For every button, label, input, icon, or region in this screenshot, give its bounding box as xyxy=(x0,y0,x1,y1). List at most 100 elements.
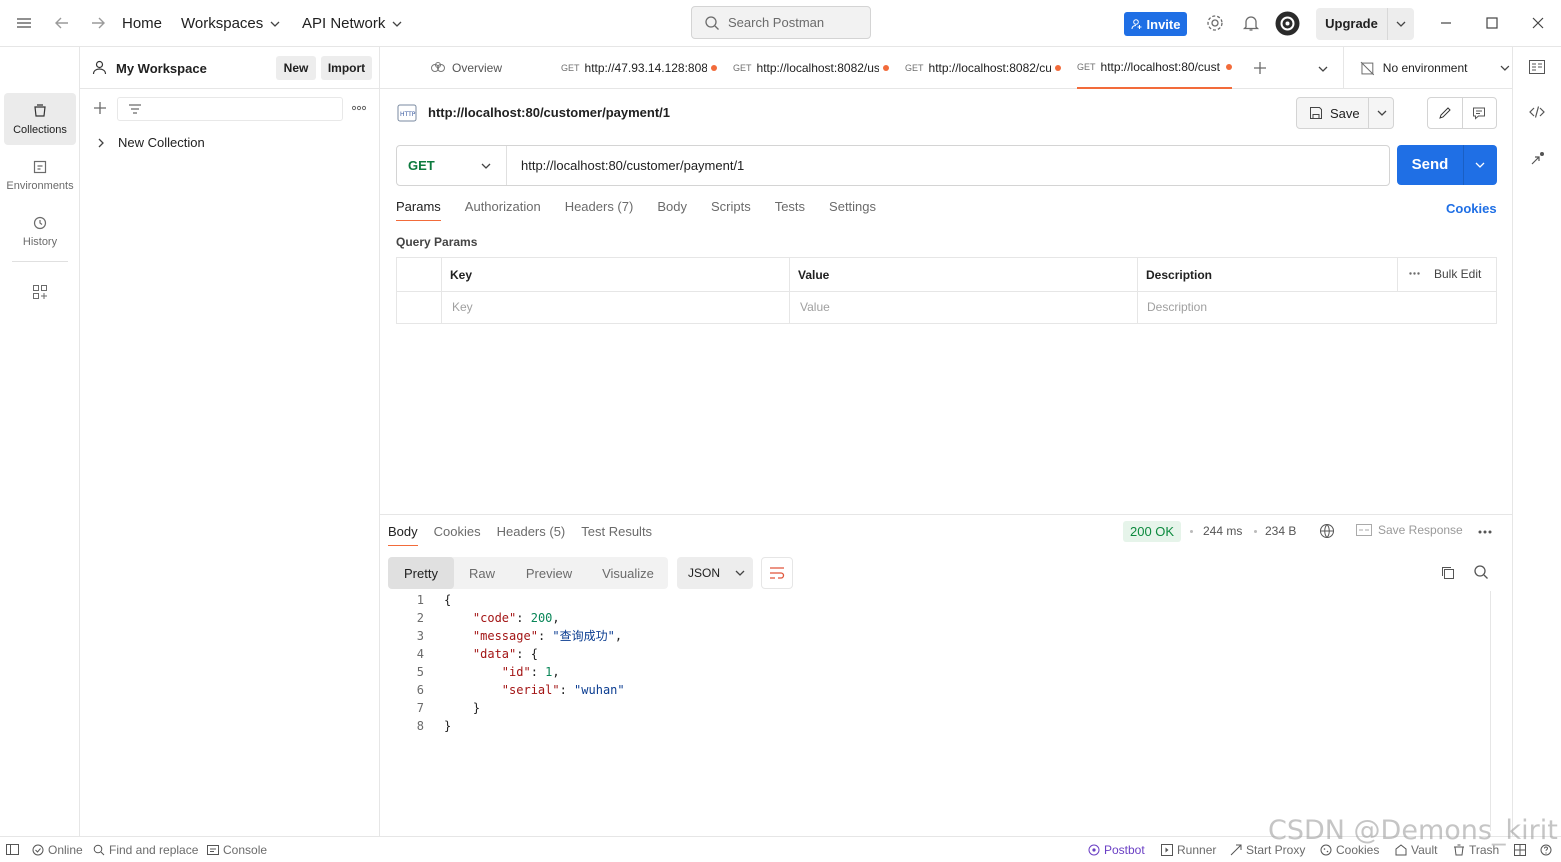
bulk-edit-button[interactable]: Bulk Edit xyxy=(1434,267,1481,281)
copy-icon[interactable] xyxy=(1440,565,1456,581)
tab-tests[interactable]: Tests xyxy=(775,199,805,221)
maximize-icon[interactable] xyxy=(1482,13,1502,33)
comment-icon[interactable] xyxy=(1463,98,1497,128)
avatar[interactable] xyxy=(1275,11,1300,36)
description-input[interactable]: Description xyxy=(1147,300,1207,314)
add-collection-icon[interactable] xyxy=(93,101,107,115)
request-tab[interactable]: GET http://localhost:8082/us xyxy=(733,47,891,89)
close-icon[interactable] xyxy=(1528,13,1548,33)
format-select[interactable]: JSON xyxy=(677,557,753,589)
more-options-icon[interactable] xyxy=(352,105,366,111)
scrollbar-track[interactable] xyxy=(1490,591,1491,831)
tab-test-results[interactable]: Test Results xyxy=(581,524,652,546)
globe-icon[interactable] xyxy=(1319,523,1335,539)
value-input[interactable]: Value xyxy=(800,300,830,314)
response-time[interactable]: 244 ms xyxy=(1203,524,1242,538)
save-disk-icon xyxy=(1310,107,1322,119)
tabs-overflow-chevron-icon[interactable] xyxy=(1317,63,1329,75)
related-icon[interactable] xyxy=(1529,151,1545,167)
invite-button[interactable]: Invite xyxy=(1124,12,1187,36)
forward-arrow-icon[interactable] xyxy=(88,13,108,33)
method-select[interactable]: GET xyxy=(397,146,507,185)
status-badge[interactable]: 200 OK xyxy=(1123,521,1182,542)
save-button[interactable]: Save xyxy=(1297,98,1369,128)
key-input[interactable]: Key xyxy=(452,300,473,314)
tab-body[interactable]: Body xyxy=(657,199,687,221)
toggle-sidebar-icon[interactable] xyxy=(6,837,19,862)
send-button[interactable]: Send xyxy=(1397,145,1464,185)
chevron-down-icon xyxy=(270,21,280,27)
request-tab[interactable]: GET http://localhost:8082/cu xyxy=(905,47,1063,89)
response-panel: Body Cookies Headers (5) Test Results 20… xyxy=(380,514,1512,836)
import-button[interactable]: Import xyxy=(321,56,372,80)
filter-icon xyxy=(128,103,142,115)
main-area: Overview GET http://47.93.14.128:8081 GE… xyxy=(380,47,1512,836)
settings-gear-icon[interactable] xyxy=(1205,13,1225,33)
find-replace-button[interactable]: Find and replace xyxy=(93,837,198,862)
save-options-chevron-icon[interactable] xyxy=(1376,107,1388,119)
console-button[interactable]: Console xyxy=(207,837,267,862)
response-body-code[interactable]: 1{ 2 "code": 200, 3 "message": "查询成功", 4… xyxy=(400,591,625,735)
nav-workspaces[interactable]: Workspaces xyxy=(181,0,281,47)
nav-api-network[interactable]: API Network xyxy=(302,0,403,47)
send-options-chevron-icon[interactable] xyxy=(1474,159,1486,171)
back-arrow-icon[interactable] xyxy=(52,13,72,33)
view-preview[interactable]: Preview xyxy=(510,557,588,589)
tab-response-headers[interactable]: Headers (5) xyxy=(497,524,566,546)
save-response-button[interactable]: Save Response xyxy=(1356,523,1463,537)
tab-settings[interactable]: Settings xyxy=(829,199,876,221)
minimize-icon[interactable] xyxy=(1436,13,1456,33)
tab-headers[interactable]: Headers (7) xyxy=(565,199,634,221)
sidebar-item-collections[interactable]: Collections xyxy=(4,93,76,145)
response-size[interactable]: 234 B xyxy=(1265,524,1296,538)
right-context-bar xyxy=(1512,47,1561,836)
more-options-icon[interactable] xyxy=(1409,271,1420,276)
request-tab-active[interactable]: GET http://localhost:80/cust xyxy=(1077,47,1232,89)
more-options-icon[interactable] xyxy=(1478,529,1492,535)
bell-icon[interactable] xyxy=(1241,13,1261,33)
environment-label: No environment xyxy=(1382,61,1468,75)
send-button-group: Send xyxy=(1397,145,1497,185)
chevron-down-icon[interactable] xyxy=(1395,18,1407,30)
search-placeholder: Search Postman xyxy=(728,15,825,30)
add-apps-icon[interactable] xyxy=(32,284,48,300)
workspace-panel: My Workspace New Import New Collection xyxy=(80,47,380,836)
runner-button[interactable]: Runner xyxy=(1161,837,1216,862)
tab-response-cookies[interactable]: Cookies xyxy=(434,524,481,546)
column-header-description: Description xyxy=(1146,268,1213,282)
tab-params[interactable]: Params xyxy=(396,199,441,221)
environment-selector[interactable]: No environment xyxy=(1343,47,1511,89)
sidebar-item-environments[interactable]: Environments xyxy=(4,149,76,201)
postbot-button[interactable]: Postbot xyxy=(1088,837,1145,862)
new-tab-plus-icon[interactable] xyxy=(1253,61,1267,75)
nav-api-network-label: API Network xyxy=(302,15,386,32)
tree-item-collection[interactable]: New Collection xyxy=(96,135,205,150)
search-input[interactable]: Search Postman xyxy=(691,6,871,39)
http-request-icon: HTTP xyxy=(396,103,418,123)
code-snippet-icon[interactable] xyxy=(1529,105,1545,119)
online-status[interactable]: Online xyxy=(32,837,83,862)
request-tab[interactable]: GET http://47.93.14.128:8081 xyxy=(561,47,719,89)
tab-scripts[interactable]: Scripts xyxy=(711,199,751,221)
sidebar-item-history[interactable]: History xyxy=(4,205,76,257)
response-tabs: Body Cookies Headers (5) Test Results xyxy=(388,524,652,546)
upgrade-button[interactable]: Upgrade xyxy=(1316,8,1414,40)
view-visualize[interactable]: Visualize xyxy=(588,557,668,589)
collection-filter-input[interactable] xyxy=(117,97,343,121)
search-icon[interactable] xyxy=(1473,564,1489,580)
documentation-icon[interactable] xyxy=(1529,60,1545,74)
url-input[interactable]: http://localhost:80/customer/payment/1 xyxy=(521,158,744,173)
tab-overview[interactable]: Overview xyxy=(430,47,550,89)
view-pretty[interactable]: Pretty xyxy=(388,557,454,589)
new-button[interactable]: New xyxy=(276,56,316,80)
edit-pencil-icon[interactable] xyxy=(1428,98,1463,128)
nav-home[interactable]: Home xyxy=(122,0,162,47)
tab-authorization[interactable]: Authorization xyxy=(465,199,541,221)
no-environment-icon xyxy=(1360,61,1375,75)
wrap-lines-icon[interactable] xyxy=(761,557,793,589)
view-raw[interactable]: Raw xyxy=(454,557,510,589)
query-params-table: Key Value Description Bulk Edit Key Valu… xyxy=(396,257,1497,324)
tab-response-body[interactable]: Body xyxy=(388,524,418,546)
hamburger-menu-icon[interactable] xyxy=(14,13,34,33)
cookies-link[interactable]: Cookies xyxy=(1446,201,1497,216)
